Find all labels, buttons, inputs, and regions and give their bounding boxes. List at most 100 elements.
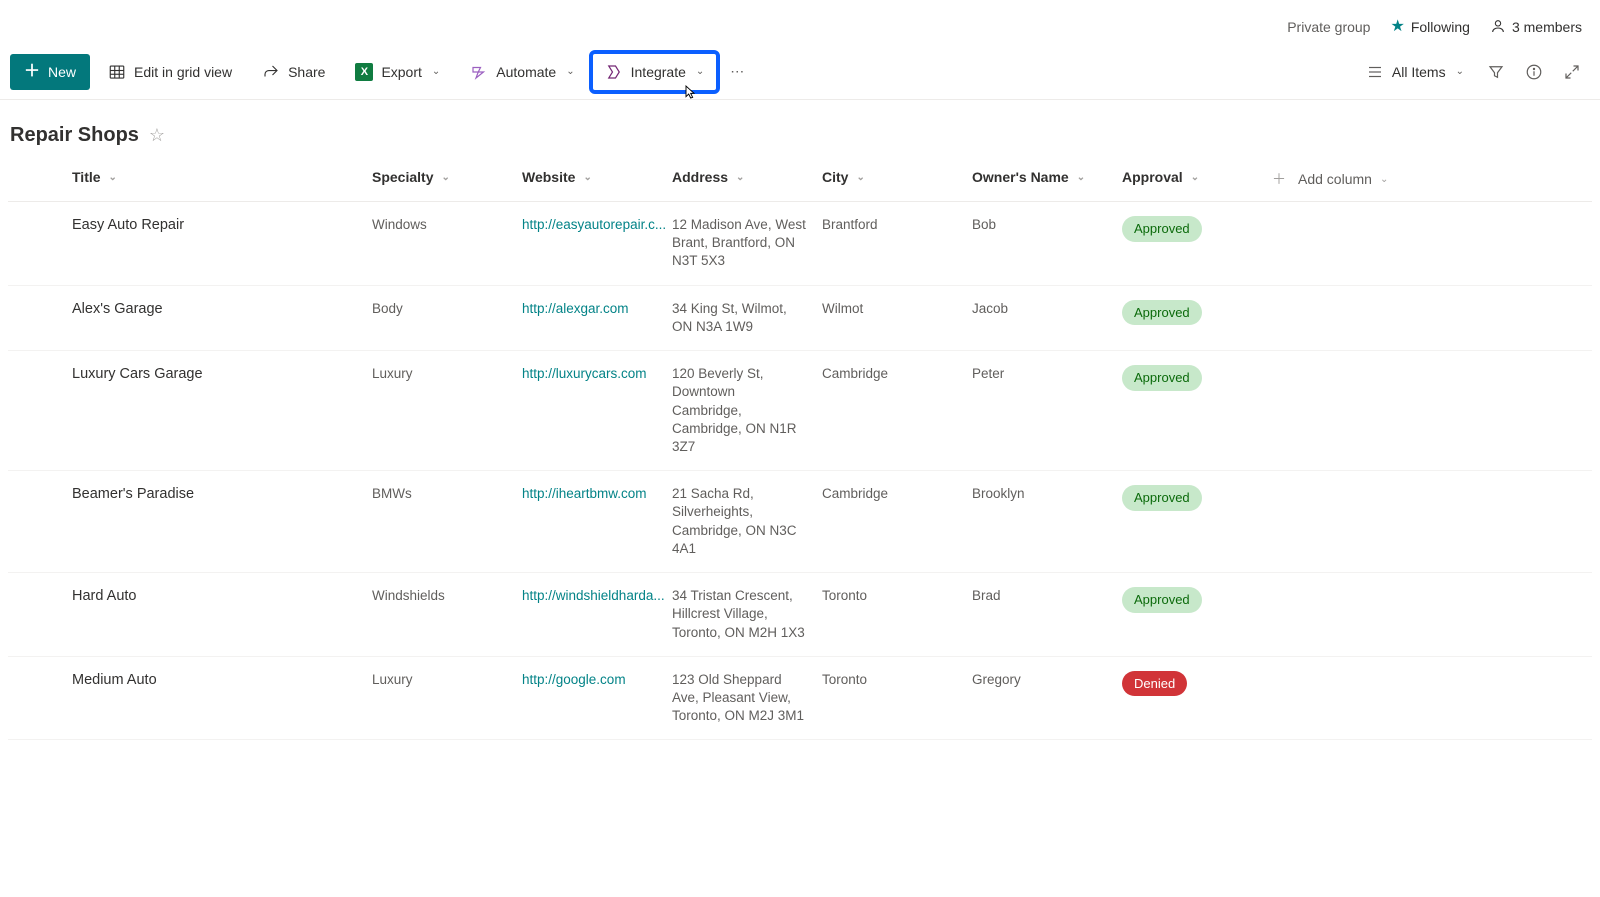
excel-icon: X bbox=[355, 63, 373, 81]
cell-owner: Brooklyn bbox=[964, 471, 1114, 517]
chevron-down-icon: ⌄ bbox=[109, 172, 117, 183]
column-header-website[interactable]: Website⌄ bbox=[514, 157, 664, 197]
website-link[interactable]: http://windshieldharda... bbox=[522, 588, 665, 603]
edit-in-grid-button[interactable]: Edit in grid view bbox=[96, 54, 244, 90]
row-selector[interactable] bbox=[8, 573, 64, 601]
cell-approval: Approved bbox=[1114, 351, 1264, 405]
column-label: Owner's Name bbox=[972, 169, 1069, 185]
view-label: All Items bbox=[1392, 64, 1446, 80]
cell-address: 123 Old Sheppard Ave, Pleasant View, Tor… bbox=[664, 657, 814, 740]
website-link[interactable]: http://alexgar.com bbox=[522, 301, 629, 316]
new-button[interactable]: ＋ New bbox=[10, 54, 90, 90]
group-privacy-label: Private group bbox=[1287, 19, 1370, 35]
chevron-down-icon: ⌄ bbox=[432, 66, 440, 77]
cell-owner: Bob bbox=[964, 202, 1114, 248]
chevron-down-icon: ⌄ bbox=[583, 172, 591, 183]
approval-badge: Approved bbox=[1122, 587, 1202, 613]
row-selector[interactable] bbox=[8, 202, 64, 230]
cell-title[interactable]: Alex's Garage bbox=[64, 286, 364, 334]
approval-badge: Approved bbox=[1122, 485, 1202, 511]
cell-city: Toronto bbox=[814, 657, 964, 703]
column-label: Specialty bbox=[372, 169, 433, 185]
list-title-row: Repair Shops ☆ bbox=[0, 100, 1600, 157]
select-all-column[interactable] bbox=[8, 157, 64, 181]
cell-website: http://iheartbmw.com bbox=[514, 471, 664, 517]
column-header-title[interactable]: Title ⌄ bbox=[64, 157, 364, 197]
row-selector[interactable] bbox=[8, 657, 64, 685]
table-row[interactable]: Alex's GarageBodyhttp://alexgar.com34 Ki… bbox=[8, 286, 1592, 351]
flow-icon bbox=[470, 63, 488, 81]
cell-approval: Approved bbox=[1114, 573, 1264, 627]
table-row[interactable]: Luxury Cars GarageLuxuryhttp://luxurycar… bbox=[8, 351, 1592, 471]
add-column-button[interactable]: ＋Add column⌄ bbox=[1264, 157, 1464, 201]
row-selector[interactable] bbox=[8, 471, 64, 499]
cell-address: 34 Tristan Crescent, Hillcrest Village, … bbox=[664, 573, 814, 656]
table-row[interactable]: Hard AutoWindshieldshttp://windshieldhar… bbox=[8, 573, 1592, 657]
info-button[interactable] bbox=[1516, 54, 1552, 90]
plus-icon: ＋ bbox=[1272, 169, 1286, 189]
cell-empty bbox=[1264, 286, 1464, 314]
cell-specialty: BMWs bbox=[364, 471, 514, 517]
cell-approval: Approved bbox=[1114, 471, 1264, 525]
approval-badge: Approved bbox=[1122, 300, 1202, 326]
cell-owner: Peter bbox=[964, 351, 1114, 397]
column-header-approval[interactable]: Approval⌄ bbox=[1114, 157, 1264, 197]
cell-title[interactable]: Luxury Cars Garage bbox=[64, 351, 364, 399]
column-header-row: Title⌄ Specialty⌄ Website⌄ Address⌄ City… bbox=[8, 157, 1592, 202]
right-commands: All Items ⌄ bbox=[1354, 54, 1590, 90]
column-header-city[interactable]: City⌄ bbox=[814, 157, 964, 197]
more-commands-button[interactable]: ⋯ bbox=[722, 54, 752, 90]
column-header-specialty[interactable]: Specialty⌄ bbox=[364, 157, 514, 197]
cell-website: http://luxurycars.com bbox=[514, 351, 664, 397]
list-icon bbox=[1366, 63, 1384, 81]
grid-icon bbox=[108, 63, 126, 81]
approval-badge: Approved bbox=[1122, 216, 1202, 242]
cell-title[interactable]: Medium Auto bbox=[64, 657, 364, 705]
cell-website: http://alexgar.com bbox=[514, 286, 664, 332]
share-button[interactable]: Share bbox=[250, 54, 337, 90]
website-link[interactable]: http://easyautorepair.c... bbox=[522, 217, 666, 232]
table-row[interactable]: Medium AutoLuxuryhttp://google.com123 Ol… bbox=[8, 657, 1592, 741]
cell-city: Toronto bbox=[814, 573, 964, 619]
plus-icon: ＋ bbox=[24, 64, 40, 80]
cell-empty bbox=[1264, 202, 1464, 230]
expand-button[interactable] bbox=[1554, 54, 1590, 90]
column-header-address[interactable]: Address⌄ bbox=[664, 157, 814, 197]
cell-title[interactable]: Beamer's Paradise bbox=[64, 471, 364, 519]
cell-owner: Brad bbox=[964, 573, 1114, 619]
approval-badge: Denied bbox=[1122, 671, 1187, 697]
cursor-icon bbox=[682, 84, 698, 100]
table-row[interactable]: Easy Auto RepairWindowshttp://easyautore… bbox=[8, 202, 1592, 286]
table-row[interactable]: Beamer's ParadiseBMWs http://iheartbmw.co… bbox=[8, 471, 1592, 573]
integrate-label: Integrate bbox=[631, 64, 686, 80]
favorite-star-icon[interactable]: ☆ bbox=[149, 125, 165, 146]
cell-city: Wilmot bbox=[814, 286, 964, 332]
column-header-owner[interactable]: Owner's Name⌄ bbox=[964, 157, 1114, 197]
website-link[interactable]: http://google.com bbox=[522, 672, 626, 687]
column-label: Title bbox=[72, 169, 101, 185]
list-title: Repair Shops bbox=[10, 124, 139, 147]
view-selector[interactable]: All Items ⌄ bbox=[1354, 54, 1476, 90]
cell-approval: Approved bbox=[1114, 202, 1264, 256]
filter-icon bbox=[1487, 63, 1505, 81]
filter-button[interactable] bbox=[1478, 54, 1514, 90]
automate-button[interactable]: Automate ⌄ bbox=[458, 54, 586, 90]
cell-city: Cambridge bbox=[814, 351, 964, 397]
website-link[interactable]: http://iheartbmw.com bbox=[522, 486, 647, 501]
cell-specialty: Body bbox=[364, 286, 514, 332]
cell-title[interactable]: Easy Auto Repair bbox=[64, 202, 364, 250]
info-icon bbox=[1525, 63, 1543, 81]
website-link[interactable]: http://luxurycars.com bbox=[522, 366, 647, 381]
ellipsis-icon: ⋯ bbox=[730, 63, 744, 80]
export-button[interactable]: X Export ⌄ bbox=[343, 54, 452, 90]
automate-label: Automate bbox=[496, 64, 556, 80]
row-selector[interactable] bbox=[8, 286, 64, 314]
row-selector[interactable] bbox=[8, 351, 64, 379]
cell-owner: Jacob bbox=[964, 286, 1114, 332]
cell-title[interactable]: Hard Auto bbox=[64, 573, 364, 621]
integrate-button[interactable]: Integrate ⌄ bbox=[593, 54, 717, 90]
list-grid: Title⌄ Specialty⌄ Website⌄ Address⌄ City… bbox=[0, 157, 1600, 740]
members-button[interactable]: 3 members bbox=[1490, 18, 1582, 37]
following-button[interactable]: ★ Following bbox=[1390, 19, 1469, 35]
cell-city: Cambridge bbox=[814, 471, 964, 517]
